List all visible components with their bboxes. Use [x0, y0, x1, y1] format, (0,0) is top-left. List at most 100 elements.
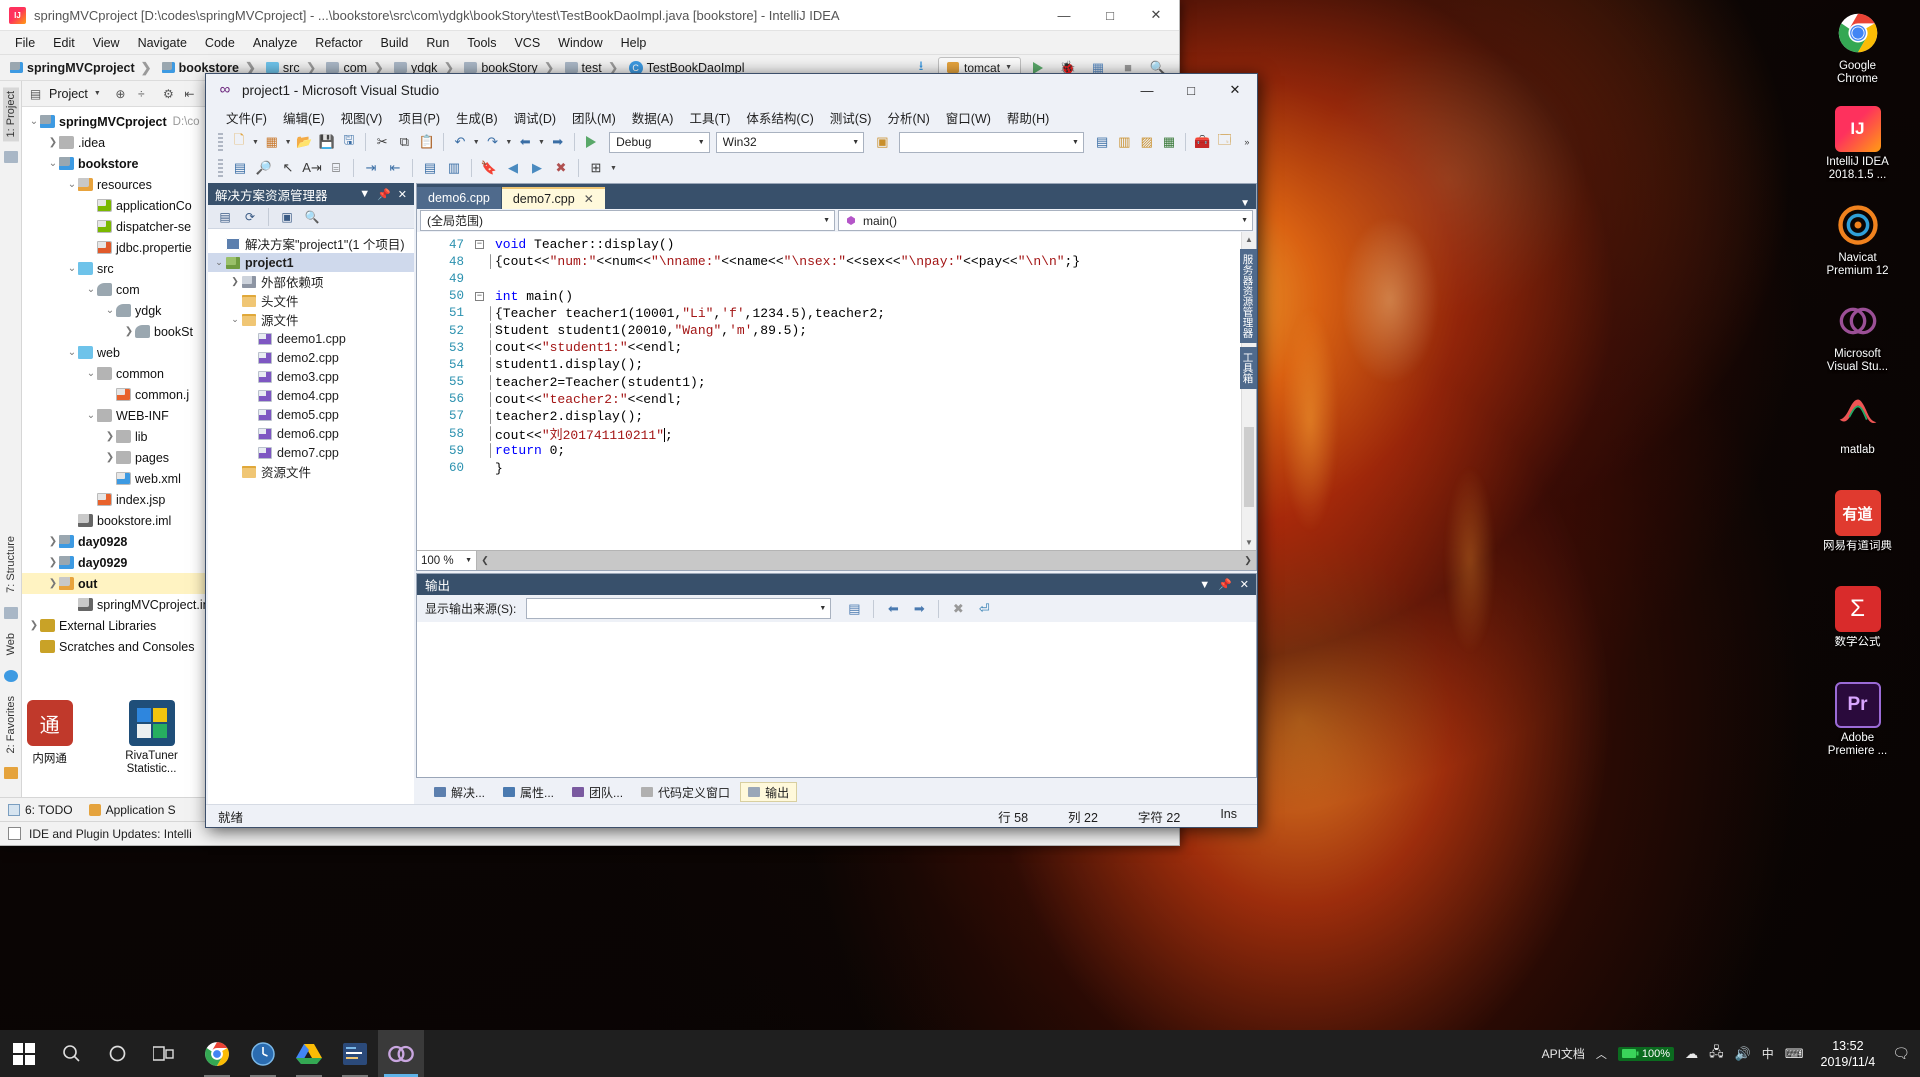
- select-pointer-icon[interactable]: ↖: [277, 158, 299, 179]
- solution-node-demo4-cpp[interactable]: demo4.cpp: [208, 386, 414, 405]
- solution-node-头文件[interactable]: 头文件: [208, 291, 414, 310]
- paste-icon[interactable]: 📋: [417, 132, 437, 153]
- output-panel-toolbar[interactable]: 显示输出来源(S): ▼ ▤ ⬅ ➡ ✖ ⏎: [417, 595, 1256, 622]
- chevron-down-icon[interactable]: ⌄: [85, 410, 97, 421]
- tree-node-bookstore[interactable]: ⌄ bookstore: [22, 153, 211, 174]
- close-icon[interactable]: ✕: [398, 188, 407, 201]
- tray-ime-icon[interactable]: 中: [1762, 1045, 1774, 1062]
- comment-selection-icon[interactable]: ▤: [419, 158, 441, 179]
- solution-explorer-panel[interactable]: 解决方案资源管理器 ▼ 📌 ✕ ▤ ⟳ ▣ 🔍 解决方案"project1"(1…: [208, 183, 414, 804]
- code-line[interactable]: 60}: [431, 459, 1241, 476]
- chevron-right-icon[interactable]: ❯: [104, 452, 116, 463]
- chevron-down-icon[interactable]: ▼: [537, 132, 545, 153]
- sidebar-item-project[interactable]: 1: Project: [2, 87, 19, 142]
- new-item-icon[interactable]: ▦: [262, 132, 282, 153]
- quick-find-symbol-icon[interactable]: 🔎: [253, 158, 275, 179]
- tree-node-common-j[interactable]: common.j: [22, 384, 211, 405]
- menu-item-file[interactable]: File: [6, 34, 44, 52]
- hscroll-right-icon[interactable]: ❯: [1240, 555, 1256, 566]
- editor-zoom-and-hscrollbar[interactable]: 100 % ▼ ❮ ❯: [417, 550, 1256, 570]
- decrease-indent-icon[interactable]: ⇤: [384, 158, 406, 179]
- expand-outline-icon[interactable]: ⊞: [585, 158, 607, 179]
- window-layout-icon-3[interactable]: ▨: [1137, 132, 1157, 153]
- code-line[interactable]: 59 │ return 0;: [431, 442, 1241, 459]
- sidebar-item-server-explorer[interactable]: 服务器资源管理器: [1239, 249, 1257, 343]
- chevron-right-icon[interactable]: ❯: [104, 431, 116, 442]
- output-text-area[interactable]: [417, 622, 1256, 777]
- tree-node-index-jsp[interactable]: index.jsp: [22, 489, 211, 510]
- navigate-forward-icon[interactable]: ➡: [548, 132, 568, 153]
- code-line[interactable]: 56 │ cout<<"teacher2:"<<endl;: [431, 391, 1241, 408]
- bottom-tab-todo[interactable]: 6: TODO: [8, 803, 73, 817]
- tree-node-day0929[interactable]: ❯ day0929: [22, 552, 211, 573]
- tree-node-external-libraries[interactable]: ❯ External Libraries: [22, 615, 211, 636]
- project-panel-header[interactable]: ▤ Project ▼ ⊕ ÷ ⚙ ⇤: [22, 81, 211, 107]
- code-line[interactable]: 52 │ Student student1(20010,"Wang",'m',89.…: [431, 322, 1241, 339]
- menu-item-vcs[interactable]: VCS: [505, 34, 549, 52]
- chevron-down-icon[interactable]: ▼: [609, 158, 618, 179]
- menu-item-debug[interactable]: 调试(D): [506, 106, 564, 129]
- menu-item-build[interactable]: 生成(B): [448, 106, 506, 129]
- increase-indent-icon[interactable]: ⇥: [360, 158, 382, 179]
- tray-expand-icon[interactable]: ︿: [1596, 1046, 1607, 1062]
- intellij-left-toolwindow-bar[interactable]: 1: Project 7: Structure Web 2: Favorites: [0, 81, 22, 797]
- cortana-button[interactable]: [94, 1030, 140, 1077]
- solution-node-demo7-cpp[interactable]: demo7.cpp: [208, 443, 414, 462]
- undo-icon[interactable]: ↶: [450, 132, 470, 153]
- chevron-down-icon[interactable]: ⌄: [47, 158, 59, 169]
- desktop-icon-visual-studio[interactable]: Microsoft Visual Stu...: [1805, 292, 1910, 388]
- desktop-icon-matlab[interactable]: matlab: [1805, 388, 1910, 484]
- show-all-files-icon[interactable]: ▤: [214, 207, 236, 227]
- tree-node-pages[interactable]: ❯ pages: [22, 447, 211, 468]
- tray-network-icon[interactable]: 🖧: [1709, 1043, 1724, 1065]
- solution-explorer-toolbar[interactable]: ▤ ⟳ ▣ 🔍: [208, 205, 414, 229]
- desktop-icon-rivatuner[interactable]: RivaTuner Statistic...: [105, 700, 198, 776]
- project-tree[interactable]: ⌄ springMVCproject D:\co ❯ .idea ⌄ bookstore ⌄ r…: [22, 107, 211, 797]
- code-line[interactable]: 47− void Teacher::display(): [431, 236, 1241, 253]
- chevron-down-icon[interactable]: ▼: [1199, 579, 1210, 591]
- editor-tab-strip[interactable]: demo6.cpp demo7.cpp ✕ ▼: [417, 184, 1256, 209]
- tray-keyboard-icon[interactable]: ⌨: [1785, 1046, 1804, 1062]
- tree-node-resources[interactable]: ⌄ resources: [22, 174, 211, 195]
- solution-node-外部依赖项[interactable]: ❯ 外部依赖项: [208, 272, 414, 291]
- output-source-combo[interactable]: ▼: [526, 598, 832, 619]
- navigate-backward-icon[interactable]: ⬅: [515, 132, 535, 153]
- indicator-margin[interactable]: [417, 232, 431, 550]
- chevron-right-icon[interactable]: ❯: [47, 578, 59, 589]
- taskbar-app-chrome[interactable]: [194, 1030, 240, 1077]
- chevron-down-icon[interactable]: ⌄: [28, 116, 40, 127]
- sidebar-item-structure[interactable]: 7: Structure: [3, 532, 19, 597]
- maximize-button[interactable]: □: [1169, 74, 1213, 106]
- tree-node-ydgk[interactable]: ⌄ ydgk: [22, 300, 211, 321]
- tree-node-lib[interactable]: ❯ lib: [22, 426, 211, 447]
- tree-node-com[interactable]: ⌄ com: [22, 279, 211, 300]
- window-layout-icon-1[interactable]: ▤: [1092, 132, 1112, 153]
- collapse-outline-icon[interactable]: −: [473, 291, 486, 302]
- menu-item-edit[interactable]: Edit: [44, 34, 84, 52]
- taskbar-app-visual-studio[interactable]: [378, 1030, 424, 1077]
- tree-node-common[interactable]: ⌄ common: [22, 363, 211, 384]
- start-button[interactable]: [0, 1030, 48, 1077]
- taskbar-app-clock[interactable]: [240, 1030, 286, 1077]
- chevron-right-icon[interactable]: ❯: [47, 137, 59, 148]
- properties-window-icon[interactable]: ▣: [276, 207, 298, 227]
- code-line[interactable]: 51 │ {Teacher teacher1(10001,"Li",'f',1234…: [431, 305, 1241, 322]
- desktop-icon-youdao-dict[interactable]: 有道 网易有道词典: [1805, 484, 1910, 580]
- menu-item-window[interactable]: Window: [549, 34, 611, 52]
- overflow-icon[interactable]: »: [1237, 132, 1257, 153]
- menu-item-run[interactable]: Run: [417, 34, 458, 52]
- solution-tree[interactable]: 解决方案"project1"(1 个项目) ⌄ project1 ❯ 外部依赖项 头文件 ⌄…: [208, 229, 414, 804]
- locate-icon[interactable]: ⊕: [113, 86, 128, 101]
- toolbar-grip[interactable]: [218, 133, 223, 151]
- tree-node-bookst[interactable]: ❯ bookSt: [22, 321, 211, 342]
- tree-node-web-xml[interactable]: web.xml: [22, 468, 211, 489]
- zoom-level-combo[interactable]: 100 % ▼: [417, 551, 477, 570]
- tray-volume-icon[interactable]: 🔊: [1735, 1046, 1751, 1062]
- chevron-down-icon[interactable]: ⌄: [66, 179, 78, 190]
- menu-item-build[interactable]: Build: [372, 34, 418, 52]
- sidebar-item-toolbox[interactable]: 工具箱: [1239, 347, 1257, 389]
- next-bookmark-icon[interactable]: ▶: [526, 158, 548, 179]
- intellij-titlebar[interactable]: springMVCproject [D:\codes\springMVCproj…: [0, 0, 1179, 31]
- task-view-button[interactable]: [140, 1030, 186, 1077]
- chevron-right-icon[interactable]: ❯: [28, 620, 40, 631]
